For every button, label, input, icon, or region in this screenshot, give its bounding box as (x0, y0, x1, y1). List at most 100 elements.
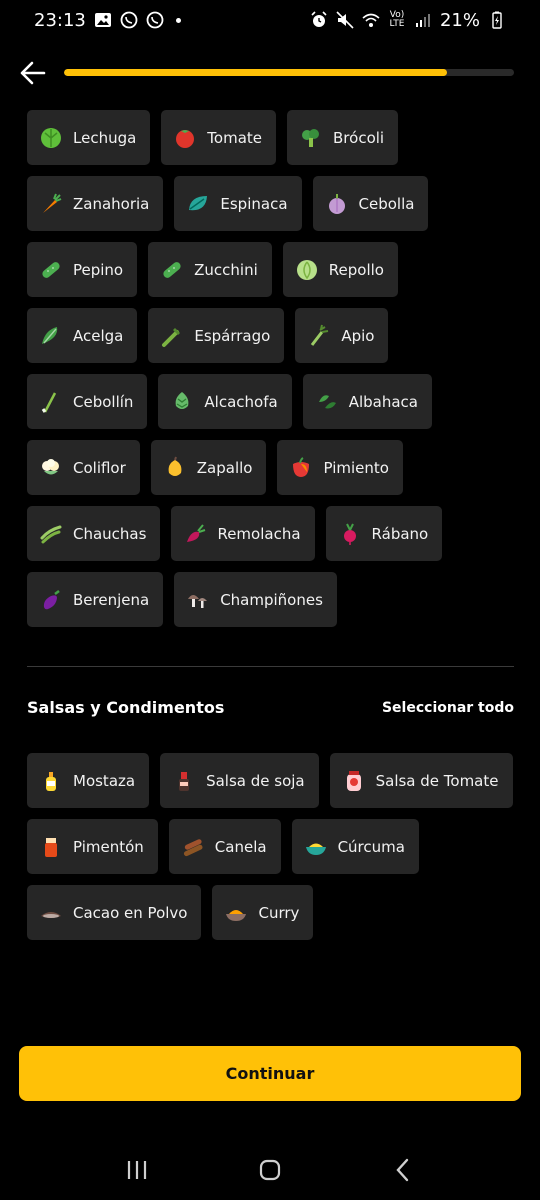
vegetable-chip-label: Acelga (73, 326, 124, 345)
battery-charging-icon (488, 11, 506, 29)
vegetable-chip[interactable]: Chauchas (27, 506, 161, 561)
vegetable-chip[interactable]: Espinaca (174, 176, 302, 231)
continue-label: Continuar (225, 1064, 315, 1083)
nav-back-button[interactable] (383, 1150, 423, 1190)
arrow-left-icon (20, 61, 46, 85)
vegetable-chip-label: Tomate (207, 128, 263, 147)
vegetable-chip[interactable]: Tomate (161, 110, 277, 165)
vegetable-chip[interactable]: Brócoli (287, 110, 399, 165)
vegetable-chip[interactable]: Lechuga (27, 110, 151, 165)
vegetable-chip[interactable]: Zanahoria (27, 176, 164, 231)
sauce-row: Pimentón Canela Cúrcuma (27, 819, 517, 874)
sauce-chip-label: Pimentón (73, 837, 144, 856)
sauce-row: Cacao en Polvo Curry (27, 885, 517, 940)
vegetable-chip[interactable]: Albahaca (302, 374, 432, 429)
notification-dot-icon (175, 17, 181, 23)
vegetable-chip[interactable]: Repollo (282, 242, 398, 297)
tomato-icon (173, 126, 197, 150)
vegetable-chip-label: Zanahoria (73, 194, 150, 213)
recents-button[interactable] (117, 1150, 157, 1190)
sauce-chip[interactable]: Salsa de Tomate (329, 753, 513, 808)
alarm-icon (310, 11, 328, 29)
vegetable-chip[interactable]: Rábano (325, 506, 443, 561)
system-nav-bar (0, 1140, 540, 1200)
sauce-chip[interactable]: Salsa de soja (160, 753, 319, 808)
eggplant-icon (39, 588, 63, 612)
vegetables-list: Lechuga Tomate Brócoli Zanahoria Espinaca Ceb… (27, 110, 517, 638)
pepper-icon (289, 456, 313, 480)
vegetable-chip-label: Apio (341, 326, 375, 345)
vegetable-chip-label: Chauchas (73, 524, 147, 543)
select-all-button[interactable]: Seleccionar todo (382, 700, 514, 716)
vegetable-chip-label: Lechuga (73, 128, 137, 147)
sauce-row: Mostaza Salsa de soja Salsa de Tomate (27, 753, 517, 808)
carrot-icon (39, 192, 63, 216)
home-button[interactable] (250, 1150, 290, 1190)
cabbage-icon (295, 258, 319, 282)
sauce-chip[interactable]: Mostaza (27, 753, 150, 808)
beet-icon (183, 522, 207, 546)
vegetable-chip-label: Cebollín (73, 392, 134, 411)
vegetable-chip[interactable]: Cebolla (312, 176, 429, 231)
vegetable-chip[interactable]: Alcachofa (158, 374, 292, 429)
sauce-chip-label: Salsa de soja (206, 771, 305, 790)
beans-icon (39, 522, 63, 546)
cucumber-icon (39, 258, 63, 282)
celery-icon (307, 324, 331, 348)
vegetable-chip[interactable]: Espárrago (148, 308, 285, 363)
vegetable-chip[interactable]: Acelga (27, 308, 138, 363)
vegetable-chip[interactable]: Pimiento (277, 440, 403, 495)
onion-icon (325, 192, 349, 216)
progress-bar (64, 69, 514, 76)
sauce-chip[interactable]: Pimentón (27, 819, 158, 874)
leaf-icon (186, 192, 210, 216)
signal-icon (414, 11, 432, 29)
mustard-icon (39, 769, 63, 793)
vegetable-row: Berenjena Champiñones (27, 572, 517, 627)
vegetable-chip-label: Remolacha (217, 524, 301, 543)
vegetable-chip-label: Repollo (328, 260, 384, 279)
sauce-chip[interactable]: Cacao en Polvo (27, 885, 202, 940)
vegetable-chip[interactable]: Remolacha (171, 506, 315, 561)
squash-icon (163, 456, 187, 480)
sauce-chip-label: Cacao en Polvo (73, 903, 188, 922)
vegetable-chip[interactable]: Berenjena (27, 572, 164, 627)
lettuce-icon (39, 126, 63, 150)
vegetable-chip[interactable]: Cebollín (27, 374, 148, 429)
mushroom-icon (186, 588, 210, 612)
status-right: Vo) LTE 21% (310, 10, 506, 31)
top-bar (0, 55, 540, 91)
vegetable-row: Acelga Espárrago Apio (27, 308, 517, 363)
sauce-chip-label: Cúrcuma (337, 837, 405, 856)
sauce-chip-label: Canela (214, 837, 267, 856)
continue-button[interactable]: Continuar (19, 1046, 521, 1101)
vegetable-chip[interactable]: Pepino (27, 242, 138, 297)
vegetable-chip[interactable]: Apio (295, 308, 389, 363)
sauce-chip[interactable]: Curry (212, 885, 314, 940)
vegetable-chip[interactable]: Zucchini (148, 242, 272, 297)
vegetable-row: Zanahoria Espinaca Cebolla (27, 176, 517, 231)
vegetable-chip-label: Coliflor (73, 458, 126, 477)
sauce-chip-label: Curry (258, 903, 300, 922)
sauce-chip-label: Salsa de Tomate (375, 771, 499, 790)
mute-icon (336, 11, 354, 29)
broccoli-icon (299, 126, 323, 150)
section-title: Salsas y Condimentos (27, 698, 225, 717)
network-label: Vo) LTE (389, 10, 405, 29)
sauce-chip[interactable]: Cúrcuma (291, 819, 419, 874)
scallion-icon (39, 390, 63, 414)
vegetable-chip[interactable]: Zapallo (150, 440, 267, 495)
back-button[interactable] (16, 57, 48, 89)
vegetable-chip[interactable]: Champiñones (174, 572, 337, 627)
whatsapp-icon (120, 11, 138, 29)
vegetable-chip[interactable]: Coliflor (27, 440, 140, 495)
paprika-icon (39, 835, 63, 859)
sauce-chip[interactable]: Canela (168, 819, 281, 874)
vegetable-row: Cebollín Alcachofa Albahaca (27, 374, 517, 429)
vegetable-chip-label: Brócoli (333, 128, 385, 147)
curry-icon (224, 901, 248, 925)
whatsapp-icon (146, 11, 164, 29)
cocoa-icon (39, 901, 63, 925)
vegetable-chip-label: Alcachofa (204, 392, 278, 411)
vegetable-chip-label: Pepino (73, 260, 124, 279)
